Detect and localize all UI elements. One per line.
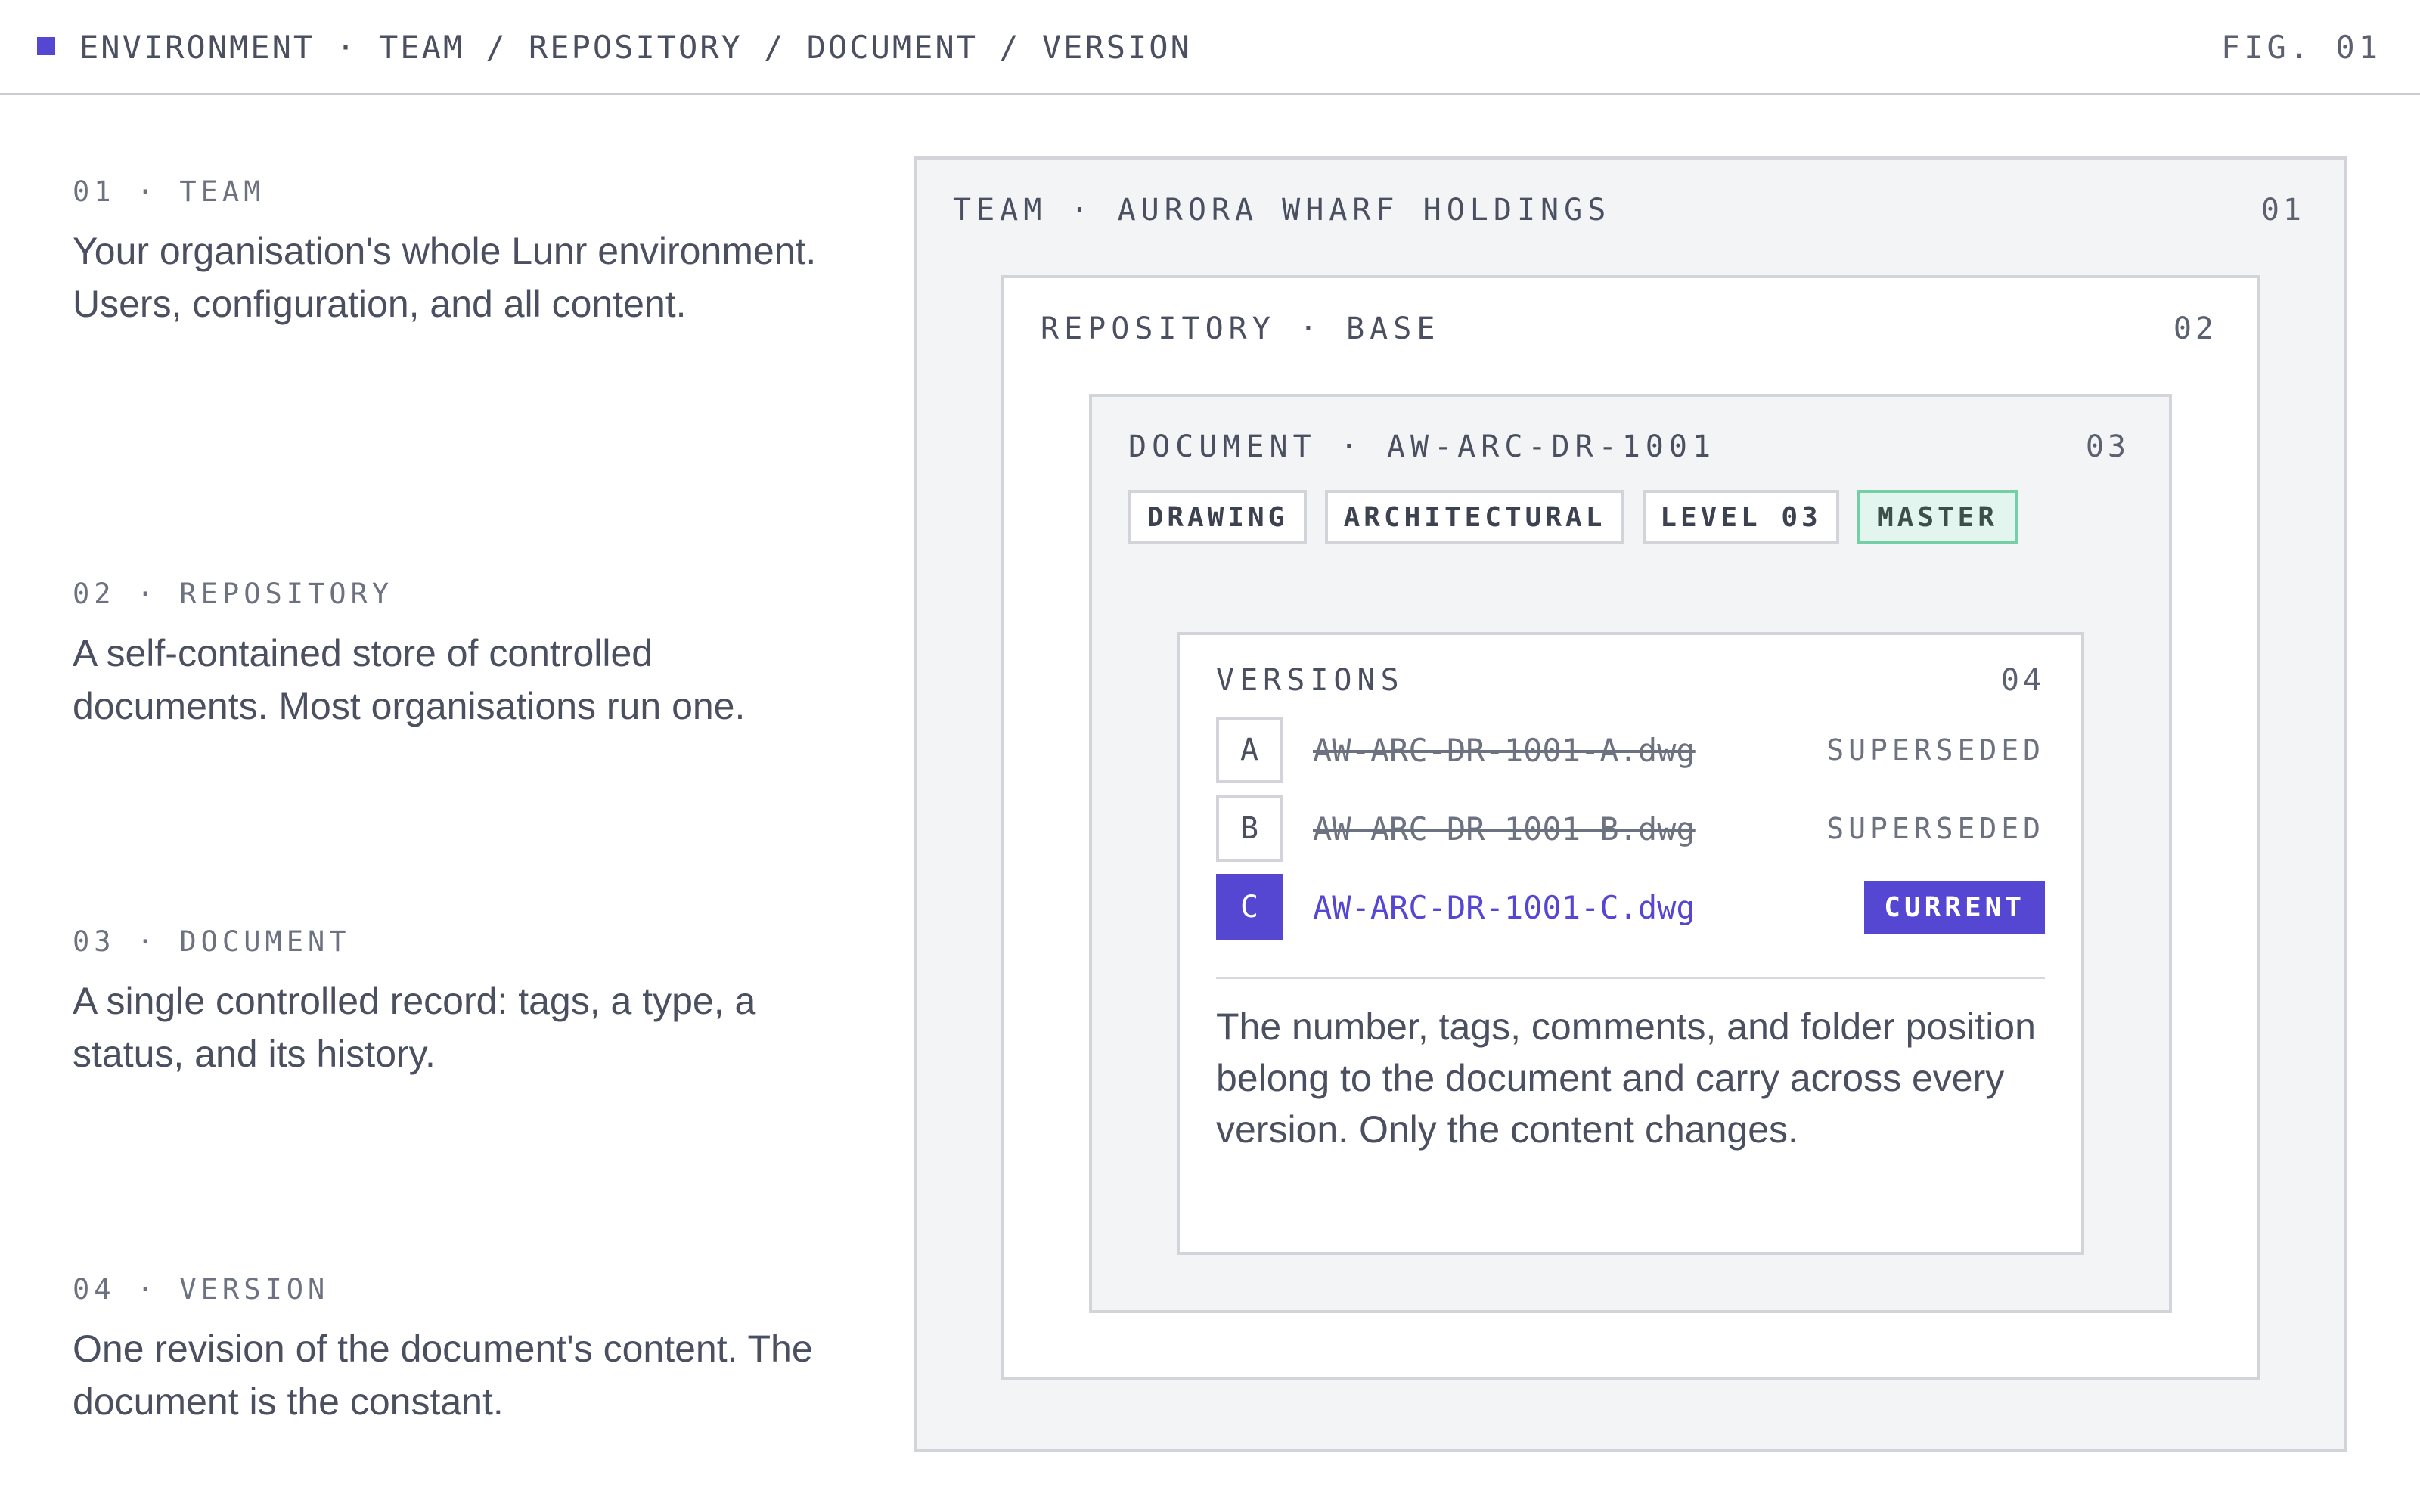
repository-number: 02 <box>2173 311 2217 346</box>
diagram-header: ENVIRONMENT · TEAM / REPOSITORY / DOCUME… <box>0 0 2420 95</box>
team-number: 01 <box>2260 193 2305 228</box>
document-label: DOCUMENT · AW-ARC-DR-1001 <box>1128 429 1717 464</box>
version-badge-b: B <box>1216 795 1283 862</box>
document-number: 03 <box>2085 429 2130 464</box>
description-text: Your organisation's whole Lunr environme… <box>73 230 817 325</box>
description-team: 01 · TEAM Your organisation's whole Lunr… <box>73 175 844 330</box>
figure-number: FIG. 01 <box>2220 29 2381 66</box>
versions-label: VERSIONS <box>1216 663 1404 698</box>
description-label: 02 · REPOSITORY <box>73 578 394 610</box>
version-badge-c: C <box>1216 874 1283 940</box>
versions-divider <box>1216 977 2045 979</box>
version-status-current-badge: CURRENT <box>1864 881 2045 934</box>
versions-number: 04 <box>2000 663 2045 698</box>
description-version: 04 · VERSION One revision of the documen… <box>73 1273 844 1428</box>
version-status-a: SUPERSEDED <box>1826 733 2045 767</box>
version-status-b: SUPERSEDED <box>1826 812 2045 845</box>
description-document: 03 · DOCUMENT A single controlled record… <box>73 925 844 1080</box>
versions-note: The number, tags, comments, and folder p… <box>1216 1005 2036 1151</box>
description-label: 04 · VERSION <box>73 1273 330 1306</box>
versions-box <box>1177 632 2084 1255</box>
version-file-c: AW-ARC-DR-1001-C.dwg <box>1313 889 1696 926</box>
description-label: 01 · TEAM <box>73 175 265 208</box>
hierarchy-breadcrumb: ENVIRONMENT · TEAM / REPOSITORY / DOCUME… <box>79 29 1192 66</box>
version-file-b: AW-ARC-DR-1001-B.dwg <box>1313 810 1696 847</box>
description-text: One revision of the document's content. … <box>73 1328 813 1423</box>
version-badge-a: A <box>1216 717 1283 783</box>
accent-square-icon <box>37 37 55 55</box>
description-repository: 02 · REPOSITORY A self-contained store o… <box>73 578 844 733</box>
version-file-a: AW-ARC-DR-1001-A.dwg <box>1313 732 1696 769</box>
description-label: 03 · DOCUMENT <box>73 925 351 958</box>
description-text: A single controlled record: tags, a type… <box>73 980 756 1075</box>
team-label: TEAM · AURORA WHARF HOLDINGS <box>953 193 1612 228</box>
repository-label: REPOSITORY · BASE <box>1041 311 1441 346</box>
tag-level: LEVEL 03 <box>1643 490 1839 544</box>
tag-master: MASTER <box>1857 490 2018 544</box>
description-text: A self-contained store of controlled doc… <box>73 632 746 727</box>
tag-drawing: DRAWING <box>1128 490 1307 544</box>
tag-architectural: ARCHITECTURAL <box>1325 490 1624 544</box>
